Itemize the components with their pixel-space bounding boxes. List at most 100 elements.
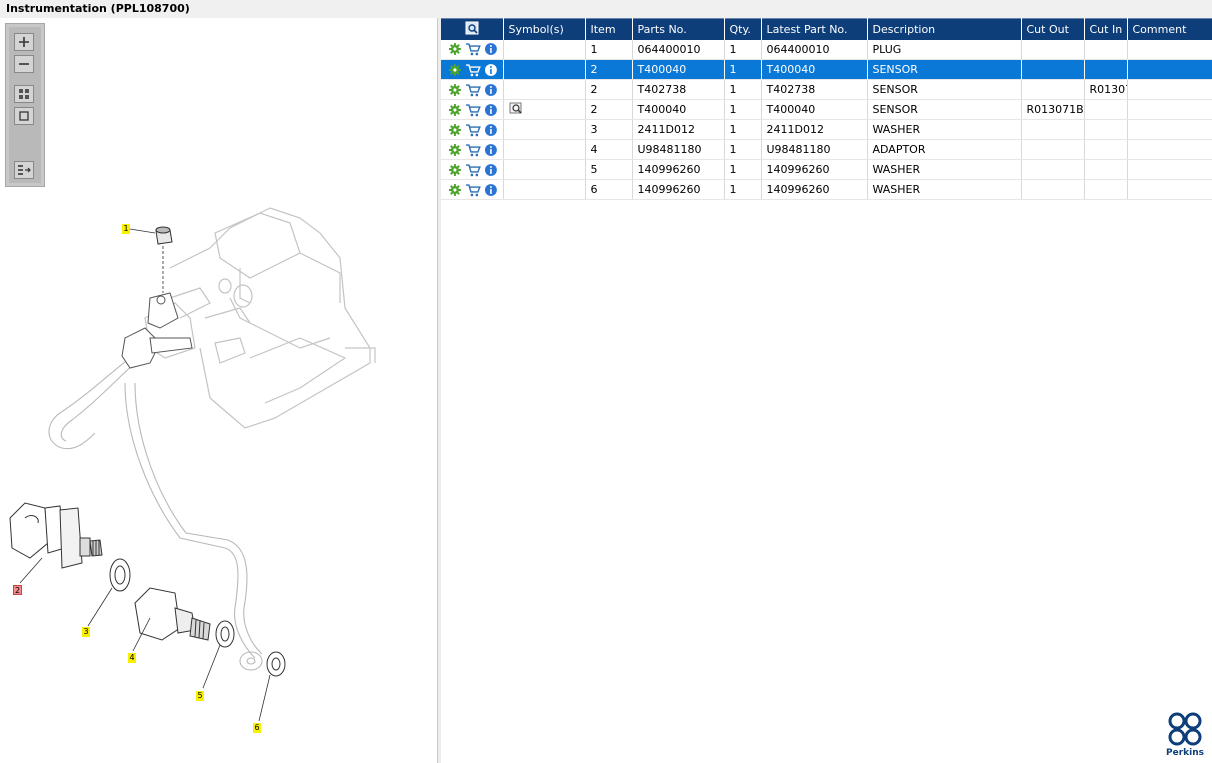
gear-icon[interactable]	[448, 63, 462, 77]
square-icon	[19, 111, 29, 121]
gear-icon[interactable]	[448, 42, 462, 56]
table-row[interactable]: 3 2411D012 1 2411D012 WASHER	[441, 119, 1212, 140]
cart-icon[interactable]	[465, 63, 481, 77]
gear-icon[interactable]	[448, 143, 462, 157]
cell-cut-out	[1021, 59, 1085, 80]
header-icons[interactable]	[441, 18, 504, 40]
table-row[interactable]: 2 T400040 1 T400040 SENSOR R013071B	[441, 99, 1212, 120]
callout-4[interactable]: 4	[128, 653, 136, 663]
export-button[interactable]	[14, 161, 34, 179]
cell-part-no: 064400010	[632, 39, 725, 60]
cell-description: ADAPTOR	[867, 139, 1022, 160]
table-row[interactable]: 2 T400040 1 T400040 SENSOR	[441, 59, 1212, 80]
cell-qty: 1	[724, 79, 762, 100]
cell-cut-out: R013071B	[1021, 99, 1085, 120]
col-qty[interactable]: Qty.	[724, 18, 762, 40]
cell-symbol	[503, 179, 586, 200]
cell-item: 6	[585, 179, 633, 200]
table-row[interactable]: 6 140996260 1 140996260 WASHER	[441, 179, 1212, 200]
cell-comment	[1127, 179, 1212, 200]
col-comment[interactable]: Comment	[1127, 18, 1212, 40]
perkins-logo-icon	[1168, 712, 1202, 746]
cell-cut-in	[1084, 99, 1128, 120]
cell-part-no: T400040	[632, 99, 725, 120]
info-icon[interactable]	[484, 123, 498, 137]
drawing-pane[interactable]: 1 2 3 4 5 6	[0, 18, 438, 763]
info-icon[interactable]	[484, 143, 498, 157]
magnifier-icon[interactable]	[509, 101, 523, 115]
cell-cut-out	[1021, 79, 1085, 100]
cell-cut-out	[1021, 139, 1085, 160]
cell-qty: 1	[724, 179, 762, 200]
col-cut-in[interactable]: Cut In	[1084, 18, 1128, 40]
callout-6[interactable]: 6	[253, 723, 261, 733]
cart-icon[interactable]	[465, 183, 481, 197]
cart-icon[interactable]	[465, 123, 481, 137]
col-item[interactable]: Item	[585, 18, 633, 40]
cell-latest-part-no: T402738	[761, 79, 868, 100]
cart-icon[interactable]	[465, 83, 481, 97]
info-icon[interactable]	[484, 163, 498, 177]
cell-cut-in	[1084, 139, 1128, 160]
cell-description: SENSOR	[867, 79, 1022, 100]
cell-comment	[1127, 99, 1212, 120]
cell-part-no: 140996260	[632, 179, 725, 200]
col-symbols[interactable]: Symbol(s)	[503, 18, 586, 40]
col-parts-no[interactable]: Parts No.	[632, 18, 725, 40]
table-row[interactable]: 4 U98481180 1 U98481180 ADAPTOR	[441, 139, 1212, 160]
cell-symbol	[503, 139, 586, 160]
minus-icon	[19, 63, 29, 65]
cell-qty: 1	[724, 39, 762, 60]
parts-list-pane: Symbol(s) Item Parts No. Qty. Latest Par…	[441, 18, 1212, 763]
cell-part-no: U98481180	[632, 139, 725, 160]
table-row[interactable]: 5 140996260 1 140996260 WASHER	[441, 159, 1212, 180]
info-icon[interactable]	[484, 83, 498, 97]
callout-5[interactable]: 5	[196, 691, 204, 701]
zoom-out-button[interactable]	[14, 55, 34, 73]
cart-icon[interactable]	[465, 103, 481, 117]
cell-description: PLUG	[867, 39, 1022, 60]
actual-size-button[interactable]	[14, 107, 34, 125]
cell-description: WASHER	[867, 159, 1022, 180]
gear-icon[interactable]	[448, 163, 462, 177]
info-icon[interactable]	[484, 42, 498, 56]
gear-icon[interactable]	[448, 83, 462, 97]
callout-3[interactable]: 3	[82, 627, 90, 637]
cell-description: WASHER	[867, 179, 1022, 200]
cell-cut-in	[1084, 179, 1128, 200]
cell-comment	[1127, 39, 1212, 60]
table-row[interactable]: 2T4027381T402738SENSORR013072	[441, 79, 1212, 100]
cell-actions	[441, 159, 504, 180]
cell-comment	[1127, 79, 1212, 100]
callout-2[interactable]: 2	[13, 585, 23, 595]
cell-actions	[441, 79, 504, 100]
window-title: Instrumentation (PPL108700)	[0, 0, 1212, 18]
gear-icon[interactable]	[448, 103, 462, 117]
cart-icon[interactable]	[465, 143, 481, 157]
cell-latest-part-no: 140996260	[761, 179, 868, 200]
adaptor-part	[134, 587, 211, 641]
gear-icon[interactable]	[448, 183, 462, 197]
cell-cut-out	[1021, 179, 1085, 200]
col-latest-part-no[interactable]: Latest Part No.	[761, 18, 868, 40]
cart-icon[interactable]	[465, 42, 481, 56]
cell-item: 3	[585, 119, 633, 140]
gear-icon[interactable]	[448, 123, 462, 137]
zoom-in-button[interactable]	[14, 33, 34, 51]
cell-qty: 1	[724, 159, 762, 180]
table-row[interactable]: 1 064400010 1 064400010 PLUG	[441, 39, 1212, 60]
cell-actions	[441, 99, 504, 120]
cart-icon[interactable]	[465, 163, 481, 177]
cell-part-no: T400040	[632, 59, 725, 80]
col-cut-out[interactable]: Cut Out	[1021, 18, 1085, 40]
search-parts-icon	[465, 21, 479, 35]
fit-all-button[interactable]	[14, 85, 34, 103]
info-icon[interactable]	[484, 63, 498, 77]
plus-icon	[19, 37, 29, 47]
cell-cut-in	[1084, 39, 1128, 60]
cell-item: 5	[585, 159, 633, 180]
info-icon[interactable]	[484, 103, 498, 117]
callout-1[interactable]: 1	[122, 224, 130, 234]
info-icon[interactable]	[484, 183, 498, 197]
col-description[interactable]: Description	[867, 18, 1022, 40]
